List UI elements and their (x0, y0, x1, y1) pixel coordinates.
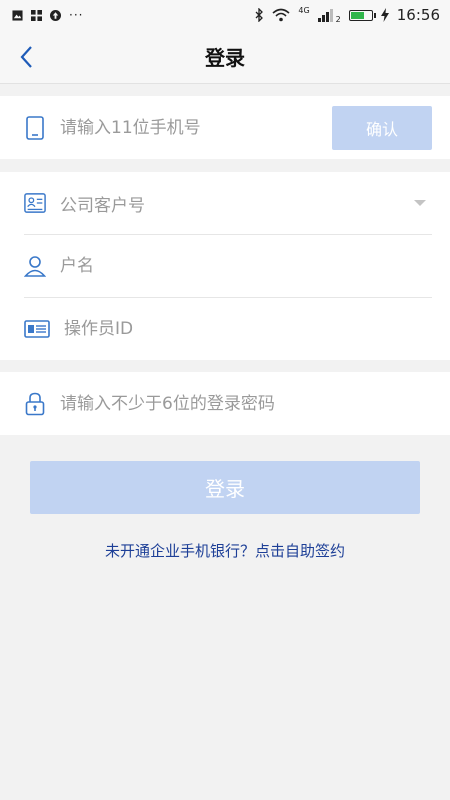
nav-bar: 登录 (0, 30, 450, 84)
phone-row (24, 96, 320, 159)
badge-card-icon (24, 318, 50, 340)
signal-icon (317, 9, 333, 22)
network-type: 4G (298, 5, 310, 15)
battery-level (350, 11, 364, 19)
bluetooth-icon (255, 8, 264, 22)
lock-icon (24, 392, 46, 415)
account-card: 公司客户号 (0, 172, 450, 360)
operator-id-input[interactable] (64, 308, 432, 349)
upload-icon (50, 9, 61, 21)
operator-row (24, 297, 432, 360)
chevron-left-icon (20, 46, 32, 68)
status-left: ··· (12, 8, 83, 22)
app-grid-icon (31, 9, 42, 21)
user-icon (24, 255, 46, 277)
dropdown-arrow-icon[interactable] (414, 200, 426, 206)
username-row (24, 235, 432, 298)
more-notifications: ··· (69, 8, 84, 22)
wifi-icon (272, 8, 290, 22)
password-input[interactable] (60, 383, 432, 424)
phone-input[interactable] (60, 107, 320, 148)
status-bar: ··· 4G 2 16:56 (0, 0, 450, 30)
company-row[interactable]: 公司客户号 (24, 172, 432, 235)
username-input[interactable] (60, 246, 432, 286)
self-signup-link[interactable]: 未开通企业手机银行？点击自助签约 (0, 540, 450, 561)
clock: 16:56 (396, 6, 440, 24)
battery-icon (348, 9, 376, 21)
confirm-button[interactable]: 确认 (332, 106, 432, 150)
company-id-select[interactable]: 公司客户号 (60, 191, 414, 216)
page-title: 登录 (205, 46, 245, 70)
signal-sim: 2 (335, 14, 341, 24)
id-card-icon (24, 192, 46, 214)
login-button[interactable]: 登录 (30, 461, 420, 514)
back-button[interactable] (8, 38, 44, 76)
status-right: 4G 2 16:56 (254, 6, 440, 24)
phone-card: 确认 (0, 96, 450, 159)
password-row (24, 372, 432, 435)
mobile-phone-icon (24, 115, 46, 140)
gallery-icon (12, 9, 23, 21)
charging-icon (380, 8, 389, 22)
password-card (0, 372, 450, 435)
